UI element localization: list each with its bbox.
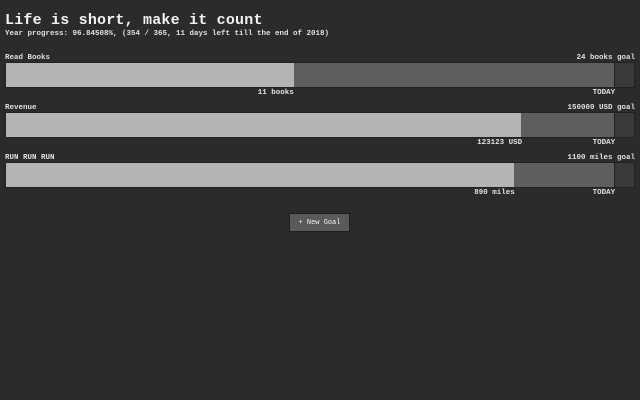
goal-progress-bar[interactable]	[5, 62, 635, 88]
goal-run[interactable]: RUN RUN RUN 1100 miles goal 890 miles TO…	[5, 154, 635, 197]
year-progress-text: Year progress: 96.84508%, (354 / 365, 11…	[5, 30, 330, 38]
goal-name: Read Books	[5, 54, 51, 62]
today-marker	[614, 63, 616, 87]
goal-name: RUN RUN RUN	[5, 154, 55, 162]
goal-progress-bar[interactable]	[5, 112, 635, 138]
today-marker	[614, 113, 616, 137]
today-marker	[614, 163, 616, 187]
goal-completed-fill	[6, 163, 515, 187]
today-label: TODAY	[592, 139, 616, 147]
today-label: TODAY	[592, 189, 616, 197]
goal-current-value: 890 miles	[474, 189, 515, 197]
goal-completed-fill	[6, 113, 522, 137]
goal-completed-fill	[6, 63, 294, 87]
goal-current-value: 123123 USD	[477, 139, 523, 147]
page-title: Life is short, make it count	[5, 12, 263, 29]
goal-revenue[interactable]: Revenue 150000 USD goal 123123 USD TODAY	[5, 104, 635, 147]
goal-target: 150000 USD goal	[567, 104, 635, 112]
new-goal-button[interactable]: + New Goal	[289, 213, 350, 232]
goal-read-books[interactable]: Read Books 24 books goal 11 books TODAY	[5, 54, 635, 97]
page: Life is short, make it count Year progre…	[0, 0, 640, 400]
goal-target: 1100 miles goal	[567, 154, 635, 162]
goal-name: Revenue	[5, 104, 37, 112]
today-label: TODAY	[592, 89, 616, 97]
goal-current-value: 11 books	[257, 89, 294, 97]
goal-progress-bar[interactable]	[5, 162, 635, 188]
goal-target: 24 books goal	[576, 54, 635, 62]
